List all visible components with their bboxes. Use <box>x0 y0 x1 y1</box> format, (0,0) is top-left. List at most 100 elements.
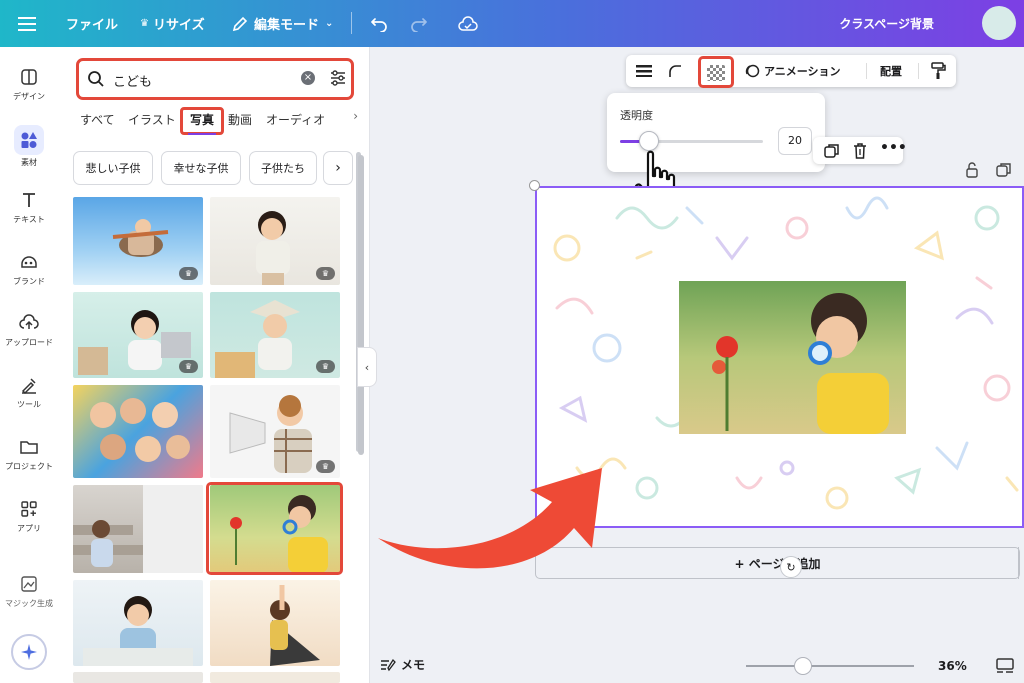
photo-thumbnail[interactable]: ♛ <box>73 292 203 378</box>
photo-thumbnail[interactable] <box>73 672 203 683</box>
search-icon <box>88 71 104 87</box>
photo-thumbnail[interactable]: ♛ <box>210 385 340 478</box>
rail-label: プロジェクト <box>5 462 53 471</box>
premium-crown-icon: ♛ <box>316 267 335 280</box>
chips-next-button[interactable]: › <box>323 151 353 185</box>
rail-item-brand[interactable]: ブランド <box>0 252 58 287</box>
resize-handle[interactable] <box>529 180 540 191</box>
trash-icon[interactable] <box>853 142 867 159</box>
tab-photos[interactable]: 写真 <box>190 111 214 128</box>
redo-icon <box>411 17 427 32</box>
add-page-label: + ページを追加 <box>734 556 821 571</box>
filter-icon[interactable] <box>329 69 347 87</box>
top-bar: ファイル ♛ リサイズ 編集モード ⌄ クラスページ背景 <box>0 0 1024 47</box>
edit-mode-menu[interactable]: 編集モード ⌄ <box>232 0 333 47</box>
suggestion-chips: 悲しい子供 幸せな子供 子供たち › <box>73 151 355 185</box>
zoom-slider[interactable] <box>746 665 914 667</box>
search-input[interactable]: こども × <box>76 58 354 100</box>
redo-button[interactable] <box>410 0 428 47</box>
rail-label: テキスト <box>13 215 45 224</box>
resize-menu[interactable]: ♛ リサイズ <box>140 0 205 47</box>
rail-item-design[interactable]: デザイン <box>0 67 58 102</box>
notes-button[interactable]: メモ <box>380 656 425 673</box>
transparency-value-input[interactable]: 20 <box>778 127 812 155</box>
transparency-button[interactable] <box>698 56 734 88</box>
premium-crown-icon: ♛ <box>316 460 335 473</box>
clear-icon[interactable]: × <box>301 71 315 85</box>
brand-icon <box>21 256 37 268</box>
duplicate-page-icon[interactable] <box>996 162 1012 178</box>
zoom-level[interactable]: 36% <box>938 659 967 673</box>
chip-happy-kids[interactable]: 幸せな子供 <box>161 151 241 185</box>
photo-thumbnail[interactable] <box>73 485 203 573</box>
children-circle-image <box>90 398 190 462</box>
rail-item-projects[interactable]: プロジェクト <box>0 437 58 472</box>
chip-sad-kids[interactable]: 悲しい子供 <box>73 151 153 185</box>
rail-label: マジック生成 <box>5 599 53 608</box>
corner-rounding-button[interactable] <box>668 55 682 87</box>
apps-icon <box>21 501 37 517</box>
tab-videos[interactable]: 動画 <box>228 111 252 128</box>
photo-thumbnail[interactable]: ♛ <box>73 197 203 285</box>
photo-thumbnail[interactable] <box>73 580 203 666</box>
undo-button[interactable] <box>370 0 388 47</box>
rail-item-text[interactable]: テキスト <box>0 190 58 225</box>
photo-thumbnail[interactable] <box>210 580 340 666</box>
unlock-icon[interactable] <box>965 162 979 178</box>
copy-style-button[interactable] <box>930 55 946 87</box>
rail-item-upload[interactable]: アップロード <box>0 313 58 348</box>
file-menu-label: ファイル <box>66 18 119 33</box>
cloud-check-icon <box>458 15 478 31</box>
avatar[interactable] <box>982 6 1016 40</box>
chevron-right-icon[interactable]: › <box>353 109 358 123</box>
position-label: 配置 <box>880 65 902 78</box>
animate-button[interactable]: アニメーション <box>744 55 841 87</box>
rail-item-tools[interactable]: ツール <box>0 375 58 410</box>
grid-view-icon[interactable] <box>996 658 1014 674</box>
rail-label: ブランド <box>13 277 45 286</box>
toolbar-divider <box>918 63 919 79</box>
border-style-button[interactable] <box>636 55 652 87</box>
photo-thumbnail[interactable] <box>73 385 203 478</box>
rail-item-apps[interactable]: アプリ <box>0 499 58 534</box>
panel-scroll-thumb[interactable] <box>358 155 364 455</box>
chevron-left-icon: ‹ <box>364 360 370 374</box>
magic-assistant-button[interactable] <box>11 634 47 670</box>
photo-thumbnail[interactable] <box>210 672 340 683</box>
duplicate-icon[interactable] <box>824 143 840 159</box>
animate-label: アニメーション <box>764 65 841 78</box>
project-title[interactable]: クラスページ背景 <box>839 0 934 47</box>
cloud-save-status[interactable] <box>458 0 478 47</box>
collapse-panel-button[interactable]: ‹ <box>357 347 377 387</box>
rail-label: デザイン <box>13 92 45 101</box>
tab-all[interactable]: すべて <box>80 111 115 128</box>
file-menu[interactable]: ファイル <box>66 0 118 47</box>
child-magnifier-image <box>679 281 906 434</box>
element-quick-actions: ••• <box>813 137 907 164</box>
resize-label: リサイズ <box>152 18 205 33</box>
child-superhero-image <box>270 585 320 666</box>
corner-radius-icon <box>669 65 681 77</box>
photo-thumbnail[interactable]: ♛ <box>210 197 340 285</box>
position-button[interactable]: 配置 <box>880 55 902 87</box>
more-options-icon[interactable]: ••• <box>880 140 907 156</box>
checkerboard-icon <box>707 65 725 81</box>
rail-item-elements[interactable]: 素材 <box>0 125 58 168</box>
sparkle-icon <box>21 644 37 660</box>
tab-audio[interactable]: オーディオ <box>266 111 328 128</box>
rail-label: 素材 <box>21 158 37 167</box>
refresh-icon[interactable]: ↻ <box>780 556 802 578</box>
tab-active-indicator <box>188 133 216 135</box>
rail-item-magic-media[interactable]: マジック生成 <box>0 574 58 609</box>
canvas-photo[interactable] <box>679 281 906 434</box>
chip-children[interactable]: 子供たち <box>249 151 317 185</box>
animation-icon <box>745 64 760 78</box>
photo-thumbnail[interactable]: ♛ <box>210 292 340 378</box>
menu-icon[interactable] <box>18 0 40 47</box>
pointer-arrow-graphic <box>378 468 602 569</box>
zoom-slider-handle[interactable] <box>794 657 812 675</box>
slider-handle[interactable] <box>639 131 659 151</box>
transparency-title: 透明度 <box>620 109 653 122</box>
tab-illustrations[interactable]: イラスト <box>128 111 176 128</box>
edit-mode-label: 編集モード <box>254 18 320 33</box>
